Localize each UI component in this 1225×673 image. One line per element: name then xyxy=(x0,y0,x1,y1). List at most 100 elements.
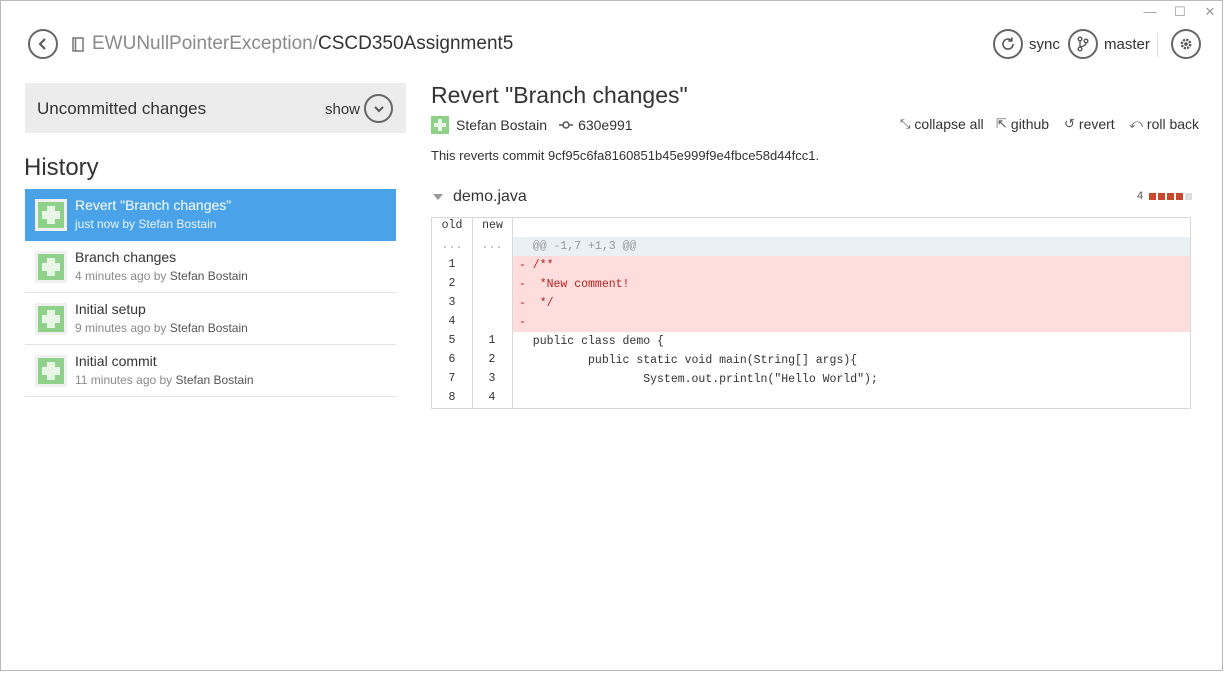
old-line-number: 6 xyxy=(448,353,456,366)
line-content: - *New comment! xyxy=(513,275,1190,294)
deletion-block xyxy=(1149,192,1157,200)
diff-context-row: 8 4 xyxy=(432,389,1190,408)
history-heading: History xyxy=(24,154,99,181)
commit-title: Revert "Branch changes" xyxy=(431,82,688,108)
collapse-icon: ⤡ xyxy=(900,116,911,131)
chevron-left-icon xyxy=(38,38,46,50)
line-content: @@ -1,7 +1,3 @@ xyxy=(513,237,1190,256)
sync-label[interactable]: sync xyxy=(1029,36,1060,53)
github-label: github xyxy=(1010,116,1050,132)
old-line-number: 7 xyxy=(448,372,456,385)
commit-time: 4 minutes ago by xyxy=(75,269,170,283)
commit-author: Stefan Bostain xyxy=(175,373,254,387)
deletion-block xyxy=(1167,192,1175,200)
uncommitted-label: Uncommitted changes xyxy=(37,99,207,118)
diff-stat: 4 xyxy=(1137,190,1193,202)
sync-icon xyxy=(1002,37,1014,50)
commit-author-name: Stefan Bostain xyxy=(456,117,548,133)
branch-button[interactable] xyxy=(1068,29,1098,59)
commit-message: Branch changes xyxy=(75,249,177,265)
new-column-header: new xyxy=(482,219,503,232)
back-button[interactable] xyxy=(28,29,58,59)
gear-icon xyxy=(1180,38,1192,50)
diff-deleted-row: 3 - */ xyxy=(432,294,1190,313)
roll-back-label: roll back xyxy=(1146,116,1200,132)
diff-deleted-row: 1 - /** xyxy=(432,256,1190,275)
old-column-header: old xyxy=(441,219,463,232)
new-line-number: 3 xyxy=(488,372,496,385)
commit-description: This reverts commit 9cf95c6fa8160851b45e… xyxy=(431,148,820,163)
commit-author: Stefan Bostain xyxy=(169,321,248,335)
diff-deleted-row: 4 - xyxy=(432,313,1190,332)
old-line-number: 1 xyxy=(448,258,456,271)
diff-view: old new ... ... @@ -1,7 +1,3 @@ 1 - /** … xyxy=(431,217,1191,409)
repo-owner-link[interactable]: EWUNullPointerException/ xyxy=(92,33,318,55)
roll-back-button[interactable]: ⤺ roll back xyxy=(1129,116,1199,132)
file-header[interactable]: demo.java xyxy=(431,188,527,206)
repo-name: CSCD350Assignment5 xyxy=(317,33,514,54)
commit-time: 9 minutes ago by xyxy=(75,321,170,335)
neutral-block xyxy=(1185,192,1193,200)
avatar xyxy=(35,303,67,335)
old-line-number: 4 xyxy=(448,315,456,328)
file-name: demo.java xyxy=(453,188,527,205)
maximize-button[interactable]: ☐ xyxy=(1170,4,1190,20)
old-line-number: 3 xyxy=(448,296,456,309)
avatar xyxy=(35,355,67,387)
external-link-icon: ⇱ xyxy=(996,116,1007,131)
sync-button[interactable] xyxy=(993,29,1023,59)
diff-hunk-row: ... ... @@ -1,7 +1,3 @@ xyxy=(432,237,1190,256)
settings-button[interactable] xyxy=(1171,29,1201,59)
change-count: 4 xyxy=(1137,190,1144,202)
show-toggle-button[interactable] xyxy=(364,94,393,123)
diff-deleted-row: 2 - *New comment! xyxy=(432,275,1190,294)
line-content: public class demo { xyxy=(519,335,664,348)
github-button[interactable]: ⇱ github xyxy=(996,116,1049,132)
minimize-button[interactable]: — xyxy=(1140,4,1160,19)
deletion-block xyxy=(1158,192,1166,200)
new-line-number: 4 xyxy=(488,391,496,404)
diff-context-row: 6 2 public static void main(String[] arg… xyxy=(432,351,1190,370)
branch-label[interactable]: master xyxy=(1104,36,1150,53)
roll-back-icon: ⤺ xyxy=(1129,116,1143,131)
avatar xyxy=(35,199,67,231)
uncommitted-changes-panel[interactable]: Uncommitted changes show xyxy=(25,83,406,133)
commit-time: 11 minutes ago by xyxy=(75,373,176,387)
commit-author: Stefan Bostain xyxy=(169,269,248,283)
repo-book-icon xyxy=(72,36,84,52)
revert-icon: ↺ xyxy=(1064,116,1075,131)
line-content: System.out.println("Hello World"); xyxy=(519,373,878,386)
collapse-triangle-icon[interactable] xyxy=(433,194,443,200)
line-content: - xyxy=(513,313,1190,332)
diff-context-row: 5 1 public class demo { xyxy=(432,332,1190,351)
history-item[interactable]: Initial setup 9 minutes ago by Stefan Bo… xyxy=(25,293,396,345)
history-item[interactable]: Branch changes 4 minutes ago by Stefan B… xyxy=(25,241,396,293)
new-line-number: 2 xyxy=(488,353,496,366)
chevron-down-icon xyxy=(373,105,384,112)
close-button[interactable]: ✕ xyxy=(1200,4,1220,20)
revert-button[interactable]: ↺ revert xyxy=(1064,116,1115,132)
commit-message: Revert "Branch changes" xyxy=(75,197,232,213)
branch-icon xyxy=(1077,36,1089,52)
new-line-number: 1 xyxy=(488,334,496,347)
collapse-all-button[interactable]: ⤡ collapse all xyxy=(900,116,984,132)
old-line-number: 8 xyxy=(448,391,456,404)
commit-message: Initial commit xyxy=(75,353,157,369)
commit-message: Initial setup xyxy=(75,301,146,317)
toolbar-divider xyxy=(1157,33,1158,57)
old-line-number: 2 xyxy=(448,277,456,290)
diff-context-row: 7 3 System.out.println("Hello World"); xyxy=(432,370,1190,389)
line-content: public static void main(String[] args){ xyxy=(519,354,858,367)
line-content: - */ xyxy=(513,294,1190,313)
line-content xyxy=(513,389,1190,408)
history-item[interactable]: Initial commit 11 minutes ago by Stefan … xyxy=(25,345,396,397)
new-line-number: ... xyxy=(481,239,503,252)
history-item[interactable]: Revert "Branch changes" just now by Stef… xyxy=(25,189,396,241)
commit-sha-icon xyxy=(559,121,574,129)
collapse-all-label: collapse all xyxy=(914,116,984,132)
old-line-number: ... xyxy=(441,239,463,252)
show-button-label[interactable]: show xyxy=(325,101,360,118)
deletion-block xyxy=(1176,192,1184,200)
repo-path: EWUNullPointerException/ CSCD350Assignme… xyxy=(72,33,513,55)
avatar xyxy=(35,251,67,283)
